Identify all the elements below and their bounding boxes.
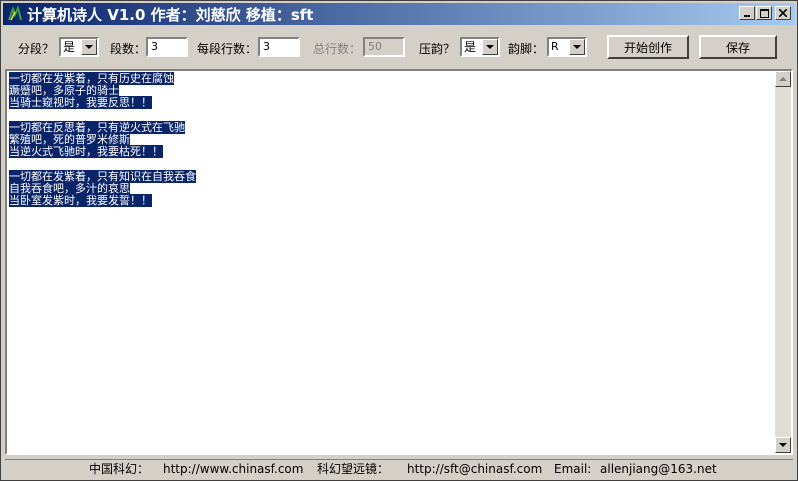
vertical-scrollbar[interactable] — [775, 71, 791, 453]
email-label: Email: — [554, 461, 592, 476]
rhyme-select[interactable]: 是 — [460, 37, 500, 57]
close-button[interactable] — [775, 6, 791, 20]
poem-line: 一切都在发紫着，只有历史在腐蚀 — [9, 72, 773, 85]
site1-url: http://www.chinasf.com — [163, 461, 304, 476]
rhyme-foot-label: 韵脚： — [508, 42, 545, 56]
poem-line-text: 当卧室发紫时，我要发誓！！ — [9, 194, 152, 207]
poem-output-area[interactable]: 一切都在发紫着，只有历史在腐蚀 蹶蹙吧，多原子的骑士 当骑士窥视时，我要反思！！ 一切… — [5, 69, 793, 455]
lines-per-stanza-label: 每段行数： — [197, 42, 258, 56]
poem-line: 当卧室发紫时，我要发誓！！ — [9, 194, 773, 207]
minimize-icon — [744, 15, 750, 17]
status-bar: 中国科幻： http://www.chinasf.com 科幻望远镜： http… — [5, 459, 793, 477]
site2-url: http://sft@chinasf.com — [407, 461, 543, 476]
minimize-button[interactable] — [739, 6, 755, 20]
scroll-down-icon[interactable] — [775, 437, 791, 453]
poem-stanza: 一切都在发紫着，只有知识在自我吞食 自我吞食吧，多汁的哀思 当卧室发紫时，我要发誓！… — [9, 170, 773, 207]
poem-line-text: 当逆火式飞驰时，我要枯死！！ — [9, 145, 163, 158]
main-window: 计算机诗人 V1.0 作者：刘慈欣 移植：sft 分段？ 是 段数： 3 每段行… — [0, 0, 798, 481]
toolbar: 分段？ 是 段数： 3 每段行数： 3 总行数： 50 压韵？ 是 韵脚： R … — [1, 29, 797, 67]
rhyme-foot-select-value: R — [551, 40, 559, 53]
site1-label: 中国科幻： — [89, 462, 150, 476]
window-title: 计算机诗人 V1.0 作者：刘慈欣 移植：sft — [27, 5, 314, 24]
save-button[interactable]: 保存 — [699, 35, 777, 59]
split-select[interactable]: 是 — [59, 37, 99, 57]
split-select-value: 是 — [63, 40, 76, 54]
scroll-up-icon[interactable] — [775, 71, 791, 87]
maximize-button[interactable] — [756, 6, 772, 20]
poem-text: 一切都在发紫着，只有历史在腐蚀 蹶蹙吧，多原子的骑士 当骑士窥视时，我要反思！！ 一切… — [9, 72, 773, 220]
poem-line-text: 当骑士窥视时，我要反思！！ — [9, 96, 152, 109]
split-label: 分段？ — [18, 42, 55, 56]
rhyme-label: 压韵？ — [419, 42, 456, 56]
poem-stanza: 一切都在发紫着，只有历史在腐蚀 蹶蹙吧，多原子的骑士 当骑士窥视时，我要反思！！ — [9, 72, 773, 109]
rhyme-select-value: 是 — [464, 40, 477, 54]
chevron-down-icon[interactable] — [482, 39, 498, 55]
total-lines-label: 总行数： — [313, 42, 362, 56]
chevron-down-icon[interactable] — [81, 39, 97, 55]
rhyme-foot-select[interactable]: R — [547, 37, 587, 57]
site2-label: 科幻望远镜： — [317, 462, 390, 476]
total-lines-input: 50 — [363, 37, 405, 57]
email-value: allenjiang@163.net — [600, 461, 717, 476]
maximize-icon — [759, 8, 769, 18]
start-create-button[interactable]: 开始创作 — [607, 35, 689, 59]
poem-stanza: 一切都在反思着，只有逆火式在飞驰 繁殖吧，死的普罗米修斯 当逆火式飞驰时，我要枯死！… — [9, 121, 773, 158]
lines-per-stanza-input[interactable]: 3 — [258, 37, 300, 57]
chevron-down-icon[interactable] — [569, 39, 585, 55]
poem-line: 当逆火式飞驰时，我要枯死！！ — [9, 145, 773, 158]
app-icon — [8, 6, 22, 21]
title-bar[interactable]: 计算机诗人 V1.0 作者：刘慈欣 移植：sft — [3, 3, 795, 25]
close-icon — [779, 9, 787, 17]
stanzas-input[interactable]: 3 — [146, 37, 188, 57]
poem-line: 当骑士窥视时，我要反思！！ — [9, 96, 773, 109]
stanzas-label: 段数： — [110, 42, 147, 56]
